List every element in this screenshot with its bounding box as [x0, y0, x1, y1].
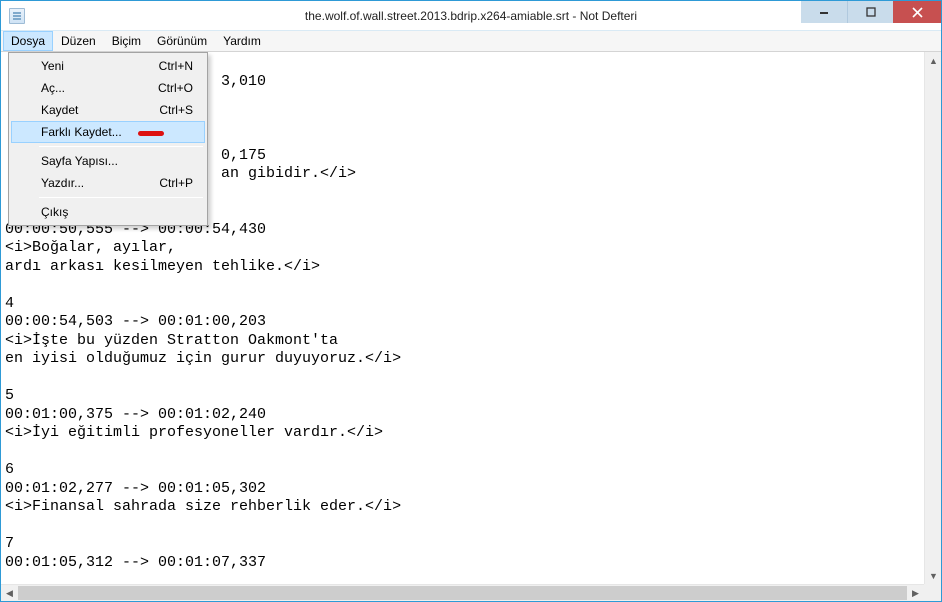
scroll-up-icon[interactable]: ▲	[925, 52, 941, 69]
close-button[interactable]	[893, 1, 941, 23]
menu-item-label: Çıkış	[41, 205, 68, 219]
menu-dosya[interactable]: Dosya	[3, 31, 53, 51]
titlebar[interactable]: the.wolf.of.wall.street.2013.bdrip.x264-…	[1, 1, 941, 31]
menu-item-label: Farklı Kaydet...	[41, 125, 122, 139]
menu-item-new[interactable]: Yeni Ctrl+N	[11, 55, 205, 77]
minimize-icon	[819, 7, 829, 17]
maximize-icon	[866, 7, 876, 17]
menu-separator	[39, 197, 203, 198]
menu-item-save-as[interactable]: Farklı Kaydet...	[11, 121, 205, 143]
menu-item-shortcut: Ctrl+S	[159, 103, 193, 117]
menu-bicim[interactable]: Biçim	[104, 31, 149, 51]
menu-gorunum[interactable]: Görünüm	[149, 31, 215, 51]
minimize-button[interactable]	[801, 1, 847, 23]
menu-item-label: Yeni	[41, 59, 64, 73]
menu-item-exit[interactable]: Çıkış	[11, 201, 205, 223]
menu-item-shortcut: Ctrl+N	[159, 59, 193, 73]
menu-yardim[interactable]: Yardım	[215, 31, 269, 51]
horizontal-scrollbar[interactable]: ◀ ▶	[1, 584, 924, 601]
vertical-scrollbar[interactable]: ▲ ▼	[924, 52, 941, 584]
menu-item-save[interactable]: Kaydet Ctrl+S	[11, 99, 205, 121]
window-controls	[801, 1, 941, 23]
menu-item-label: Aç...	[41, 81, 65, 95]
menu-label: Görünüm	[157, 34, 207, 48]
menu-item-print[interactable]: Yazdır... Ctrl+P	[11, 172, 205, 194]
menu-duzen[interactable]: Düzen	[53, 31, 104, 51]
menu-item-shortcut: Ctrl+P	[159, 176, 193, 190]
menubar: Dosya Düzen Biçim Görünüm Yardım	[1, 31, 941, 52]
notepad-window: the.wolf.of.wall.street.2013.bdrip.x264-…	[0, 0, 942, 602]
menu-label: Düzen	[61, 34, 96, 48]
scroll-thumb[interactable]	[18, 586, 907, 600]
menu-label: Dosya	[11, 34, 45, 48]
window-title: the.wolf.of.wall.street.2013.bdrip.x264-…	[1, 1, 941, 31]
menu-separator	[39, 146, 203, 147]
file-menu-dropdown: Yeni Ctrl+N Aç... Ctrl+O Kaydet Ctrl+S F…	[8, 52, 208, 226]
menu-item-label: Kaydet	[41, 103, 78, 117]
scroll-right-icon[interactable]: ▶	[907, 585, 924, 601]
annotation-mark-icon	[138, 131, 164, 136]
notepad-icon	[9, 8, 25, 24]
menu-item-shortcut: Ctrl+O	[158, 81, 193, 95]
scroll-left-icon[interactable]: ◀	[1, 585, 18, 601]
menu-item-page-setup[interactable]: Sayfa Yapısı...	[11, 150, 205, 172]
menu-item-label: Yazdır...	[41, 176, 84, 190]
menu-label: Biçim	[112, 34, 141, 48]
menu-item-open[interactable]: Aç... Ctrl+O	[11, 77, 205, 99]
scroll-corner	[924, 584, 941, 601]
maximize-button[interactable]	[847, 1, 893, 23]
scroll-down-icon[interactable]: ▼	[925, 567, 941, 584]
menu-label: Yardım	[223, 34, 261, 48]
close-icon	[912, 7, 923, 18]
menu-item-label: Sayfa Yapısı...	[41, 154, 118, 168]
